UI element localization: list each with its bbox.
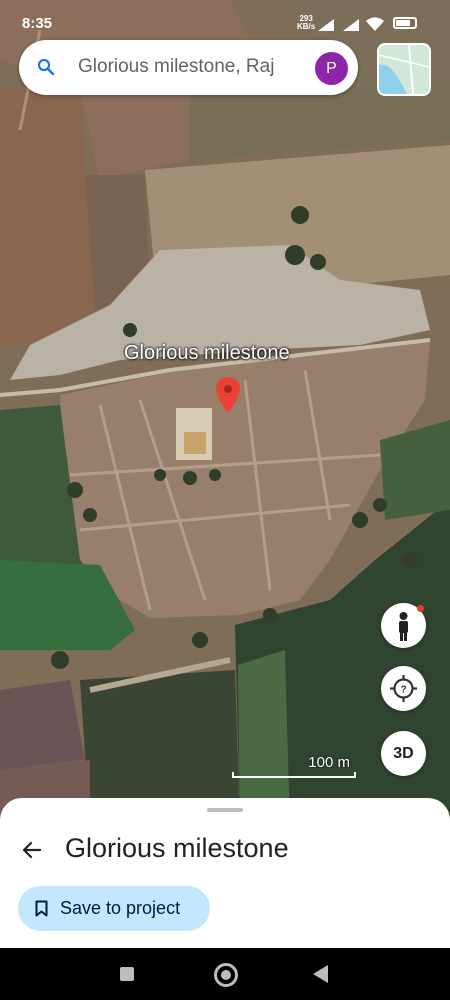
search-icon[interactable] — [37, 58, 55, 76]
system-nav-bar — [0, 948, 450, 1000]
my-location-button[interactable]: ? — [381, 666, 426, 711]
search-bar[interactable]: Glorious milestone, Raj P — [19, 40, 358, 95]
back-arrow-icon[interactable] — [20, 838, 44, 862]
signal-icon — [343, 19, 359, 31]
map-scale: 100 m — [232, 752, 356, 778]
scale-bar — [232, 772, 356, 778]
wifi-icon — [366, 17, 384, 31]
scale-label: 100 m — [308, 754, 350, 771]
back-icon[interactable] — [313, 965, 328, 983]
notification-dot — [417, 605, 424, 612]
search-input[interactable]: Glorious milestone, Raj — [78, 56, 320, 78]
signal-icon — [318, 19, 334, 31]
bookmark-icon — [35, 900, 48, 917]
layers-button[interactable] — [377, 43, 431, 96]
place-title: Glorious milestone — [65, 833, 289, 863]
layers-icon — [379, 45, 429, 94]
save-to-project-button[interactable]: Save to project — [18, 886, 210, 931]
status-time: 8:35 — [22, 15, 53, 32]
avatar[interactable]: P — [315, 52, 348, 85]
home-icon[interactable] — [214, 963, 238, 987]
3d-button[interactable]: 3D — [381, 731, 426, 776]
drag-handle[interactable] — [207, 808, 243, 812]
street-view-button[interactable] — [381, 603, 426, 648]
battery-icon — [393, 17, 417, 29]
place-pin-icon[interactable] — [216, 377, 240, 413]
place-bottom-sheet[interactable]: Glorious milestone Save to project — [0, 798, 450, 948]
network-speed: 293 KB/s — [297, 14, 316, 31]
recent-apps-icon[interactable] — [120, 967, 134, 981]
svg-text:?: ? — [400, 685, 406, 696]
my-location-icon: ? — [390, 675, 417, 702]
save-to-project-label: Save to project — [60, 898, 181, 918]
map-place-label[interactable]: Glorious milestone — [124, 342, 290, 365]
status-bar: 8:35 293 KB/s — [0, 0, 450, 36]
